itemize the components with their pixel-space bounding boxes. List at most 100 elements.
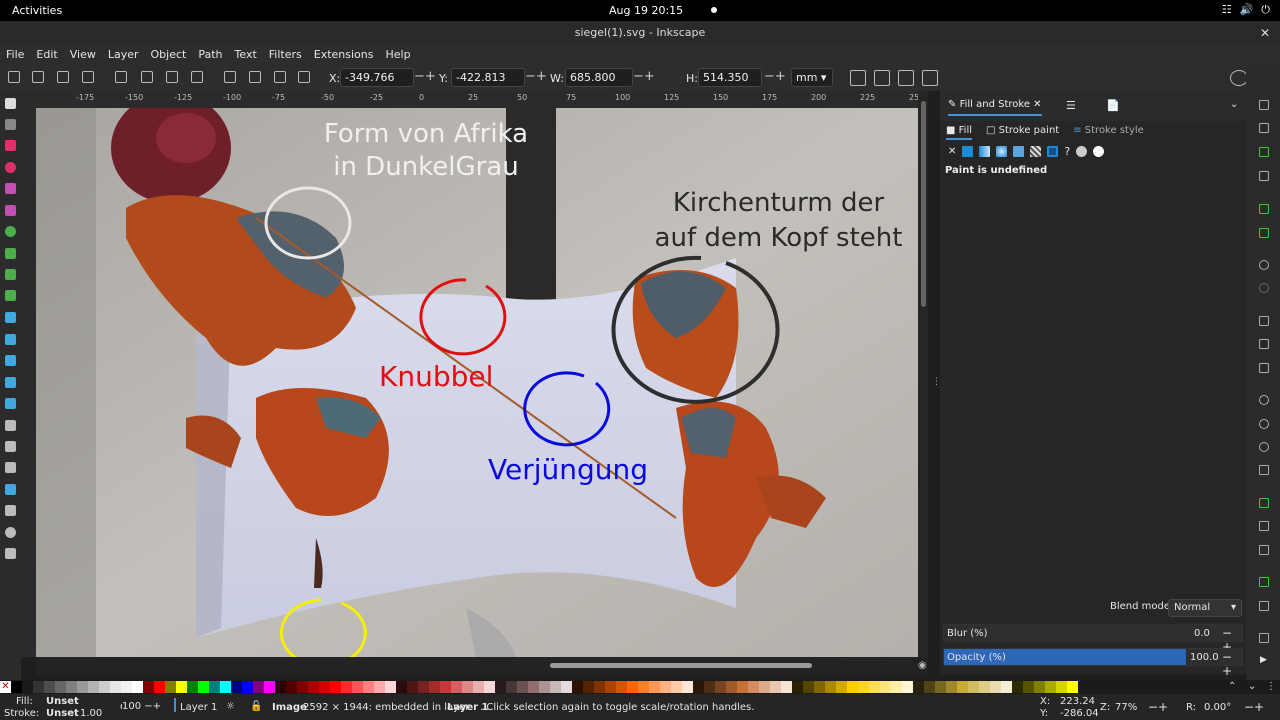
blur-value[interactable]: 0.0: [1194, 628, 1210, 639]
vertical-scroll-thumb[interactable]: [921, 101, 926, 307]
status-stroke-width[interactable]: 1.00: [80, 708, 102, 719]
palette-swatch[interactable]: [880, 681, 891, 693]
measure-tool-icon[interactable]: [5, 548, 16, 559]
palette-swatch[interactable]: [407, 681, 418, 693]
network-icon[interactable]: ☷: [1222, 3, 1232, 17]
rectangle-tool-icon[interactable]: [5, 140, 16, 151]
subtab-stroke-paint[interactable]: □ Stroke paint: [986, 125, 1059, 140]
clock[interactable]: Aug 19 20:15: [609, 4, 683, 17]
unit-select[interactable]: mm ▾: [791, 68, 833, 87]
status-fill-value[interactable]: Unset: [46, 696, 79, 707]
linear-gradient-icon[interactable]: [979, 146, 991, 157]
duplicate-icon[interactable]: [1259, 498, 1269, 508]
transform-stroke-icon[interactable]: [850, 70, 866, 86]
pattern-icon[interactable]: [1030, 146, 1042, 157]
blend-mode-select[interactable]: Normal ▾: [1168, 599, 1242, 617]
palette-swatch[interactable]: [748, 681, 759, 693]
palette-swatch[interactable]: [121, 681, 132, 693]
palette-swatch[interactable]: [583, 681, 594, 693]
color-palette[interactable]: ✕ ⌃ ⌄ ⋮: [0, 680, 1280, 694]
palette-swatch[interactable]: [561, 681, 572, 693]
palette-scroll-down-icon[interactable]: ⌄: [1248, 681, 1260, 693]
palette-swatch[interactable]: [726, 681, 737, 693]
zoom-selection-icon[interactable]: [1259, 395, 1269, 405]
pencil-tool-icon[interactable]: [5, 269, 16, 280]
eraser-tool-icon[interactable]: [5, 462, 16, 473]
palette-swatch[interactable]: [737, 681, 748, 693]
tab-close-icon[interactable]: ✕: [1033, 99, 1041, 110]
palette-swatch[interactable]: [869, 681, 880, 693]
palette-swatch[interactable]: [781, 681, 792, 693]
transform-corners-icon[interactable]: [874, 70, 890, 86]
horizontal-scrollbar[interactable]: ◉: [36, 657, 928, 675]
palette-swatch[interactable]: [275, 681, 286, 693]
layer-visibility-icon[interactable]: ☼: [226, 701, 235, 712]
unset-paint-icon[interactable]: ?: [1064, 145, 1070, 158]
paint-bucket-tool-icon[interactable]: [5, 398, 16, 409]
ungroup-icon[interactable]: [1259, 601, 1269, 611]
canvas[interactable]: Form von Afrika in DunkelGrau Kirchentur…: [36, 108, 918, 657]
palette-swatch[interactable]: [693, 681, 704, 693]
swatch-icon[interactable]: [1047, 146, 1059, 157]
w-field[interactable]: 685.800: [565, 68, 633, 87]
palette-swatch[interactable]: [924, 681, 935, 693]
palette-swatch[interactable]: [330, 681, 341, 693]
redo-icon[interactable]: [1259, 283, 1269, 293]
palette-swatch[interactable]: [517, 681, 528, 693]
palette-swatch[interactable]: [308, 681, 319, 693]
palette-swatch[interactable]: [44, 681, 55, 693]
palette-swatch[interactable]: [616, 681, 627, 693]
palette-swatch[interactable]: [715, 681, 726, 693]
palette-swatch[interactable]: [638, 681, 649, 693]
mesh-gradient-icon[interactable]: [1013, 146, 1025, 157]
volume-icon[interactable]: 🔊: [1240, 3, 1254, 17]
zoom-tool-icon[interactable]: [5, 527, 16, 538]
flat-color-icon[interactable]: [962, 146, 974, 157]
palette-swatch[interactable]: [451, 681, 462, 693]
palette-swatch[interactable]: [55, 681, 66, 693]
palette-swatch[interactable]: [11, 681, 22, 693]
import-icon[interactable]: [1259, 204, 1269, 214]
palette-swatch[interactable]: [462, 681, 473, 693]
palette-swatch[interactable]: [33, 681, 44, 693]
xml-editor-icon[interactable]: [1259, 633, 1269, 643]
connector-tool-icon[interactable]: [5, 484, 16, 495]
palette-swatch[interactable]: [891, 681, 902, 693]
palette-swatch[interactable]: [594, 681, 605, 693]
activities-button[interactable]: Activities: [12, 4, 62, 17]
dock-splitter[interactable]: ⋮: [928, 91, 941, 675]
layer-lock-icon[interactable]: 🔓: [250, 701, 262, 712]
star-tool-icon[interactable]: [5, 183, 16, 194]
palette-swatch[interactable]: [825, 681, 836, 693]
zoom-page-icon[interactable]: [1259, 442, 1269, 452]
select-all-layers-icon[interactable]: [32, 71, 44, 83]
power-icon[interactable]: ⏻: [1261, 3, 1270, 17]
copy-icon[interactable]: [1259, 316, 1269, 326]
palette-swatch[interactable]: [770, 681, 781, 693]
palette-swatch[interactable]: [539, 681, 550, 693]
unlink-clone-icon[interactable]: [1259, 545, 1269, 555]
status-stroke-value[interactable]: Unset: [46, 708, 79, 719]
palette-swatch[interactable]: [341, 681, 352, 693]
system-tray[interactable]: ☷ 🔊 ⏻: [1222, 3, 1270, 17]
ruler-corner-lock-icon[interactable]: [21, 91, 36, 108]
h-stepper[interactable]: −+: [764, 69, 786, 84]
menu-text[interactable]: Text: [229, 45, 263, 65]
palette-swatch[interactable]: [209, 681, 220, 693]
palette-swatch[interactable]: [429, 681, 440, 693]
vertical-ruler[interactable]: [21, 108, 36, 657]
palette-swatch[interactable]: [154, 681, 165, 693]
3d-box-tool-icon[interactable]: [5, 205, 16, 216]
subtab-fill[interactable]: ■ Fill: [946, 125, 972, 140]
palette-swatches[interactable]: [11, 680, 1078, 694]
palette-swatch[interactable]: [627, 681, 638, 693]
palette-swatch[interactable]: [352, 681, 363, 693]
palette-swatch[interactable]: [572, 681, 583, 693]
palette-swatch[interactable]: [22, 681, 33, 693]
no-paint-icon[interactable]: ✕: [948, 146, 956, 157]
menu-view[interactable]: View: [64, 45, 102, 65]
palette-swatch[interactable]: [473, 681, 484, 693]
opacity-stepper[interactable]: −+: [1222, 650, 1242, 678]
cut-icon[interactable]: [1259, 339, 1269, 349]
palette-swatch[interactable]: [1056, 681, 1067, 693]
